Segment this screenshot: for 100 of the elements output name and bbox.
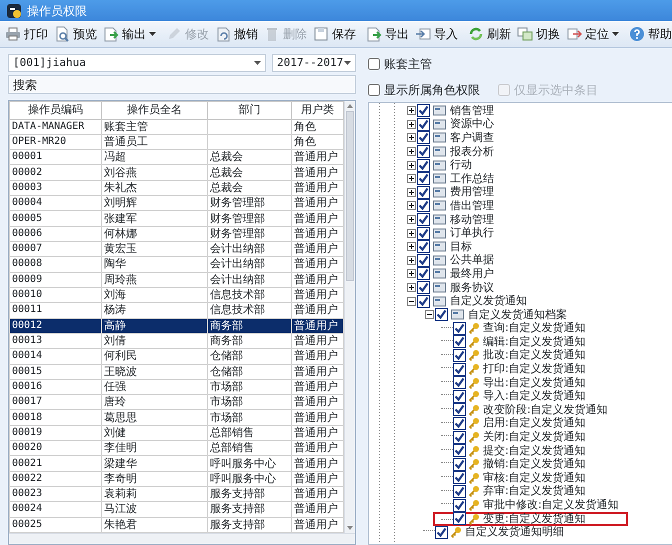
table-row[interactable]: 00014 何利民 仓储部 普通用户 xyxy=(10,348,344,364)
toolbar-button[interactable]: 定位 xyxy=(563,23,622,45)
toolbar-button[interactable]: 预览 xyxy=(51,23,100,45)
collapse-icon[interactable] xyxy=(406,296,416,306)
expand-icon[interactable] xyxy=(406,160,416,170)
table-row[interactable]: 00023 袁莉莉 服务支持部 普通用户 xyxy=(10,486,344,502)
table-row[interactable]: 00015 王晓波 仓储部 普通用户 xyxy=(10,364,344,380)
vertical-scrollbar[interactable] xyxy=(344,101,355,533)
tree-item-label[interactable]: 移动管理 xyxy=(450,214,494,226)
table-row[interactable]: 00020 李佳明 总部销售 普通用户 xyxy=(10,440,344,456)
tree-item-label[interactable]: 审核:自定义发货通知 xyxy=(483,472,586,484)
tree-item-label[interactable]: 打印:自定义发货通知 xyxy=(483,363,586,376)
table-row[interactable]: DATA-MANAGER 账套主管 角色 xyxy=(10,119,344,134)
table-row[interactable]: 00021 梁建华 呼叫服务中心 普通用户 xyxy=(10,456,344,472)
checkbox-icon[interactable] xyxy=(453,376,466,390)
checkbox-label[interactable]: 账套主管 xyxy=(384,55,432,73)
checkbox-icon[interactable] xyxy=(417,294,430,308)
checkbox-icon[interactable] xyxy=(453,362,466,376)
table-row[interactable]: 00013 刘倩 商务部 普通用户 xyxy=(10,333,344,349)
tree-item-label[interactable]: 编辑:自定义发货通知 xyxy=(483,336,586,348)
checkbox-icon[interactable] xyxy=(417,281,430,294)
tree-item-label[interactable]: 关闭:自定义发货通知 xyxy=(483,431,586,444)
checkbox-icon[interactable] xyxy=(417,118,430,131)
tree-item-label[interactable]: 销售管理 xyxy=(450,104,494,117)
checkbox-label[interactable]: 显示所属角色权限 xyxy=(384,81,480,99)
checkbox-icon[interactable] xyxy=(417,131,430,144)
tree-item-label[interactable]: 弃审:自定义发货通知 xyxy=(483,485,586,498)
tree-item-label[interactable]: 自定义发货通知档案 xyxy=(468,308,567,321)
tree-item-label[interactable]: 行动 xyxy=(450,159,472,172)
table-row[interactable]: 00010 刘海 信息技术部 普通用户 xyxy=(10,287,344,303)
checkbox-icon[interactable] xyxy=(417,213,430,226)
tree-item-label[interactable]: 导入:自定义发货通知 xyxy=(483,390,586,402)
toolbar-button[interactable]: 帮助 xyxy=(626,23,672,45)
checkbox-icon[interactable] xyxy=(453,498,466,512)
table-row[interactable]: 00006 何林娜 财务管理部 普通用户 xyxy=(10,226,344,242)
tree-item-label[interactable]: 变更:自定义发货通知 xyxy=(483,512,586,525)
checkbox-icon[interactable] xyxy=(417,240,430,254)
tree-item-label[interactable]: 目标 xyxy=(450,240,472,253)
tree-item-label[interactable]: 最终用户 xyxy=(450,268,494,280)
checkbox-icon[interactable] xyxy=(417,199,430,212)
table-row[interactable]: 00008 陶华 会计出纳部 普通用户 xyxy=(10,256,344,272)
column-header[interactable]: 用户类 xyxy=(292,102,344,119)
column-header[interactable]: 操作员全名 xyxy=(102,102,208,119)
expand-icon[interactable] xyxy=(406,174,416,184)
toolbar-button[interactable]: 切换 xyxy=(514,23,563,45)
horizontal-scrollbar[interactable] xyxy=(9,533,355,544)
table-row[interactable]: 00024 马江波 服务支持部 普通用户 xyxy=(10,502,344,518)
tree-item-label[interactable]: 资源中心 xyxy=(450,118,494,130)
expand-icon[interactable] xyxy=(406,201,416,210)
expand-icon[interactable] xyxy=(406,242,416,252)
tree-item-label[interactable]: 自定义发货通知明细 xyxy=(465,526,564,538)
checkbox-icon[interactable] xyxy=(453,430,466,444)
checkbox-icon[interactable] xyxy=(453,335,466,348)
table-row[interactable]: OPER-MR20 普通员工 角色 xyxy=(10,134,344,150)
expand-icon[interactable] xyxy=(406,188,416,197)
tree-item-label[interactable]: 借出管理 xyxy=(450,200,494,212)
checkbox-icon[interactable] xyxy=(417,104,430,118)
tree-item-label[interactable]: 工作总结 xyxy=(450,172,494,185)
checkbox-icon[interactable] xyxy=(453,403,466,416)
year-dropdown[interactable]: 2017--2017 xyxy=(272,54,356,72)
collapse-icon[interactable] xyxy=(424,310,434,320)
expand-icon[interactable] xyxy=(406,106,416,116)
checkbox-icon[interactable] xyxy=(417,254,430,267)
table-row[interactable]: 00005 张建军 财务管理部 普通用户 xyxy=(10,210,344,226)
tree-item-label[interactable]: 撤销:自定义发货通知 xyxy=(483,458,586,470)
tree-item-label[interactable]: 导出:自定义发货通知 xyxy=(483,376,586,389)
tree-item-label[interactable]: 报表分析 xyxy=(450,146,494,158)
checkbox-icon[interactable] xyxy=(435,308,448,322)
tree-item-label[interactable]: 订单执行 xyxy=(450,227,494,240)
column-header[interactable]: 部门 xyxy=(208,102,292,119)
tree-item-label[interactable]: 启用:自定义发货通知 xyxy=(483,417,586,430)
expand-icon[interactable] xyxy=(406,133,416,142)
table-row[interactable]: 00011 杨涛 信息技术部 普通用户 xyxy=(10,302,344,318)
checkbox-icon[interactable] xyxy=(453,471,466,484)
table-row[interactable]: 00022 李奇明 呼叫服务中心 普通用户 xyxy=(10,471,344,486)
table-row[interactable]: 00004 刘明辉 财务管理部 普通用户 xyxy=(10,196,344,211)
tree-item-label[interactable]: 审批中修改:自定义发货通知 xyxy=(483,499,619,512)
table-row[interactable]: 00009 周玲燕 会计出纳部 普通用户 xyxy=(10,272,344,288)
tree-item-label[interactable]: 查询:自定义发货通知 xyxy=(483,322,586,334)
tree-item-label[interactable]: 服务协议 xyxy=(450,282,494,294)
checkbox-icon[interactable] xyxy=(453,348,466,362)
toolbar-button[interactable]: 导出 xyxy=(363,23,412,45)
search-field[interactable]: 搜索 xyxy=(8,75,356,94)
table-row[interactable]: 00003 朱礼杰 总裁会 普通用户 xyxy=(10,180,344,196)
checkbox-icon[interactable] xyxy=(453,416,466,430)
toolbar-button[interactable]: 打印 xyxy=(2,23,51,45)
checkbox-icon[interactable] xyxy=(453,458,466,471)
checkbox-icon[interactable] xyxy=(435,526,448,539)
checkbox-icon[interactable] xyxy=(453,322,466,335)
column-header[interactable]: 操作员编码 xyxy=(10,102,102,119)
toolbar-button[interactable]: 保存 xyxy=(310,23,359,45)
table-row[interactable]: 00019 刘健 总部销售 普通用户 xyxy=(10,425,344,441)
tree-item-label[interactable]: 改变阶段:自定义发货通知 xyxy=(483,404,608,416)
table-row[interactable]: 00012 高静 商务部 普通用户 xyxy=(10,318,344,334)
table-row[interactable]: 00007 黄宏玉 会计出纳部 普通用户 xyxy=(10,242,344,257)
expand-icon[interactable] xyxy=(406,269,416,278)
checkbox-icon[interactable] xyxy=(417,226,430,240)
expand-icon[interactable] xyxy=(406,228,416,238)
checkbox-icon[interactable] xyxy=(453,390,466,403)
tree-item-label[interactable]: 费用管理 xyxy=(450,186,494,198)
